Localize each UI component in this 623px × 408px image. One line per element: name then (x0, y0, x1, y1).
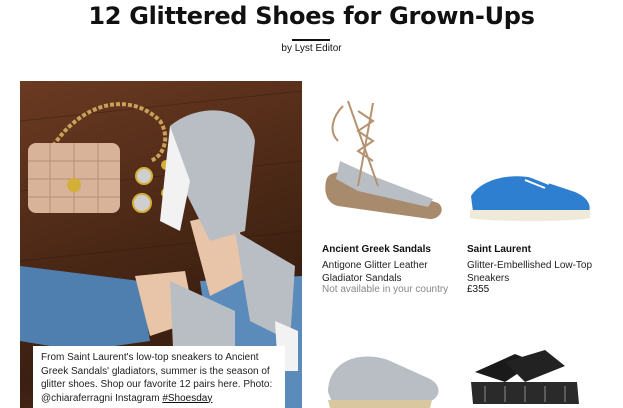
product-availability: Not available in your country (322, 284, 449, 295)
product-name[interactable]: Antigone Glitter Leather Gladiator Sanda… (322, 259, 447, 285)
product-card-espadrille[interactable] (318, 342, 448, 408)
gladiator-sandal-icon[interactable] (318, 91, 448, 221)
glitter-sneaker-icon[interactable] (465, 166, 595, 226)
product-price: £355 (467, 284, 490, 295)
article-title: 12 Glittered Shoes for Grown-Ups (88, 2, 535, 30)
product-name[interactable]: Glitter-Embellished Low-Top Sneakers (467, 259, 607, 285)
quilted-bag (28, 143, 120, 213)
title-divider (292, 39, 330, 41)
product-brand[interactable]: Ancient Greek Sandals (322, 244, 431, 255)
product-card-platform[interactable] (465, 342, 605, 408)
product-brand[interactable]: Saint Laurent (467, 244, 531, 255)
product-card-gladiator[interactable]: Ancient Greek Sandals Antigone Glitter L… (318, 81, 448, 296)
caption-text: From Saint Laurent's low-top sneakers to… (41, 352, 273, 404)
black-platform-sandal-icon[interactable] (465, 342, 595, 408)
glitter-espadrille-icon[interactable] (318, 342, 448, 408)
hashtag-link[interactable]: #Shoesday (162, 393, 212, 404)
hero-caption: From Saint Laurent's low-top sneakers to… (33, 346, 285, 408)
product-card-sneakers[interactable]: Saint Laurent Glitter-Embellished Low-To… (465, 81, 605, 296)
author-link[interactable]: by Lyst Editor (281, 43, 341, 54)
byline: by Lyst Editor (0, 43, 623, 54)
